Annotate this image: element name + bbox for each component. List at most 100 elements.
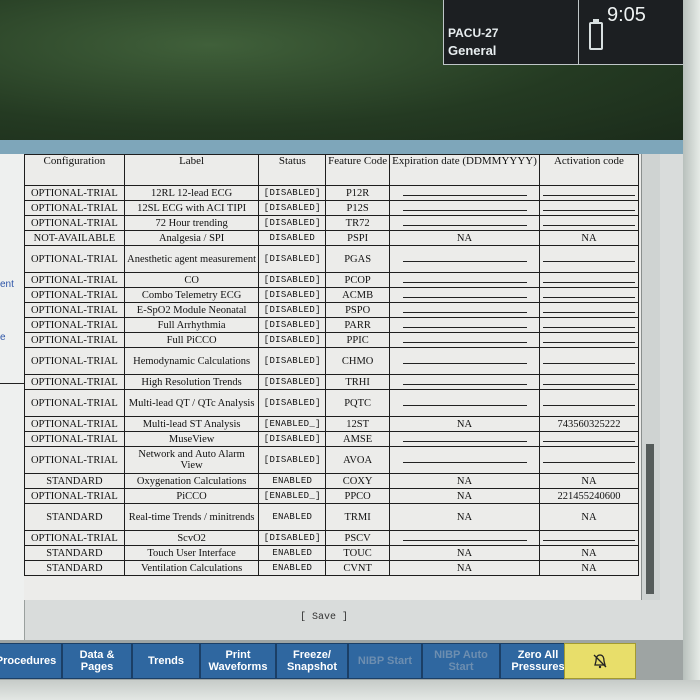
activation-code-cell[interactable] — [538, 317, 640, 333]
activation-code-cell[interactable] — [538, 446, 640, 474]
expiration-date-input[interactable] — [402, 253, 527, 262]
table-row[interactable]: OPTIONAL-TRIAL 12SL ECG with ACI TIPI [DIS… — [24, 200, 640, 216]
expiration-date-input[interactable] — [402, 532, 527, 541]
expiration-date-cell[interactable] — [389, 302, 540, 318]
expiration-date-cell[interactable] — [389, 332, 540, 348]
expiration-date-cell[interactable] — [389, 200, 540, 216]
activation-code-cell[interactable] — [538, 530, 640, 546]
expiration-date-input[interactable] — [402, 289, 527, 298]
table-row[interactable]: OPTIONAL-TRIAL MuseView [DISABLED] AMSE — [24, 431, 640, 447]
table-row[interactable]: OPTIONAL-TRIAL Full Arrhythmia [DISABLED] P… — [24, 317, 640, 333]
expiration-date-input[interactable] — [402, 355, 527, 364]
table-row[interactable]: NOT-AVAILABLE Analgesia / SPI DISABLED PSPI… — [24, 230, 640, 246]
expiration-date-input[interactable] — [402, 334, 527, 343]
activation-code-cell[interactable] — [538, 389, 640, 417]
expiration-date-input[interactable] — [402, 304, 527, 313]
activation-code-input[interactable] — [542, 187, 635, 196]
freeze-snapshot-button[interactable]: Freeze/ Snapshot — [276, 643, 348, 679]
label-cell: CO — [123, 272, 260, 288]
configuration-cell: OPTIONAL-TRIAL — [24, 200, 125, 216]
nibp-auto-start-button[interactable]: NIBP Auto Start — [422, 643, 500, 679]
table-row[interactable]: OPTIONAL-TRIAL CO [DISABLED] PCOP — [24, 272, 640, 288]
table-row[interactable]: STANDARD Ventilation Calculations ENABLED C… — [24, 560, 640, 576]
expiration-date-input[interactable] — [402, 454, 527, 463]
activation-code-cell[interactable] — [538, 287, 640, 303]
patient-header[interactable]: PACU-27 General — [443, 0, 590, 65]
activation-code-cell[interactable] — [538, 332, 640, 348]
activation-code-cell: NA — [538, 503, 640, 531]
table-row[interactable]: OPTIONAL-TRIAL PiCCO [ENABLED_] PPCO NA 22145… — [24, 488, 640, 504]
expiration-date-input[interactable] — [402, 202, 527, 211]
scrollbar-thumb[interactable] — [646, 444, 654, 594]
table-row[interactable]: OPTIONAL-TRIAL ScvO2 [DISABLED] PSCV — [24, 530, 640, 546]
table-row[interactable]: OPTIONAL-TRIAL High Resolution Trends [DIS… — [24, 374, 640, 390]
activation-code-input[interactable] — [542, 355, 635, 364]
expiration-date-cell[interactable] — [389, 389, 540, 417]
expiration-date-input[interactable] — [402, 433, 527, 442]
activation-code-cell[interactable] — [538, 245, 640, 273]
activation-code-input[interactable] — [542, 454, 635, 463]
print-waveforms-button[interactable]: Print Waveforms — [200, 643, 276, 679]
expiration-date-cell[interactable] — [389, 245, 540, 273]
left-menu-item[interactable]: e — [0, 332, 6, 343]
table-row[interactable]: STANDARD Oxygenation Calculations ENABLED C… — [24, 473, 640, 489]
expiration-date-input[interactable] — [402, 376, 527, 385]
table-scrollbar[interactable] — [641, 154, 660, 600]
activation-code-input[interactable] — [542, 289, 635, 298]
expiration-date-cell[interactable] — [389, 347, 540, 375]
nibp-start-button[interactable]: NIBP Start — [348, 643, 422, 679]
expiration-date-cell[interactable] — [389, 431, 540, 447]
expiration-date-cell[interactable] — [389, 185, 540, 201]
expiration-date-cell[interactable] — [389, 530, 540, 546]
table-row[interactable]: OPTIONAL-TRIAL Combo Telemetry ECG [DISABL… — [24, 287, 640, 303]
activation-code-input[interactable] — [542, 319, 635, 328]
table-row[interactable]: OPTIONAL-TRIAL 72 Hour trending [DISABLED]… — [24, 215, 640, 231]
activation-code-input[interactable] — [542, 376, 635, 385]
trends-button[interactable]: Trends — [132, 643, 200, 679]
activation-code-input[interactable] — [542, 334, 635, 343]
activation-code-input[interactable] — [542, 433, 635, 442]
activation-code-input[interactable] — [542, 202, 635, 211]
expiration-date-cell[interactable] — [389, 317, 540, 333]
expiration-date-input[interactable] — [402, 274, 527, 283]
activation-code-input[interactable] — [542, 532, 635, 541]
expiration-date-cell[interactable] — [389, 215, 540, 231]
table-row[interactable]: OPTIONAL-TRIAL Multi-lead QT / QTc Analys… — [24, 389, 640, 417]
table-row[interactable]: OPTIONAL-TRIAL 12RL 12-lead ECG [DISABLED]… — [24, 185, 640, 201]
activation-code-cell[interactable] — [538, 347, 640, 375]
expiration-date-cell[interactable] — [389, 374, 540, 390]
activation-code-input[interactable] — [542, 253, 635, 262]
activation-code-cell[interactable] — [538, 431, 640, 447]
activation-code-cell[interactable] — [538, 272, 640, 288]
table-row[interactable]: OPTIONAL-TRIAL Multi-lead ST Analysis [ENA… — [24, 416, 640, 432]
table-row[interactable]: OPTIONAL-TRIAL Anesthetic agent measureme… — [24, 245, 640, 273]
activation-code-cell[interactable] — [538, 302, 640, 318]
activation-code-input[interactable] — [542, 217, 635, 226]
table-row[interactable]: STANDARD Real-time Trends / minitrends ENA… — [24, 503, 640, 531]
expiration-date-input[interactable] — [402, 217, 527, 226]
table-row[interactable]: OPTIONAL-TRIAL Full PiCCO [DISABLED] PPIC — [24, 332, 640, 348]
activation-code-input[interactable] — [542, 274, 635, 283]
label-cell: Multi-lead QT / QTc Analysis — [123, 389, 260, 417]
expiration-date-cell[interactable] — [389, 272, 540, 288]
table-row[interactable]: STANDARD Touch User Interface ENABLED TOUC N… — [24, 545, 640, 561]
table-row[interactable]: OPTIONAL-TRIAL Hemodynamic Calculations [D… — [24, 347, 640, 375]
activation-code-cell[interactable] — [538, 374, 640, 390]
data-pages-button[interactable]: Data & Pages — [62, 643, 132, 679]
table-row[interactable]: OPTIONAL-TRIAL E-SpO2 Module Neonatal [DIS… — [24, 302, 640, 318]
expiration-date-cell[interactable] — [389, 446, 540, 474]
procedures-button[interactable]: Procedures — [0, 643, 62, 679]
activation-code-cell[interactable] — [538, 200, 640, 216]
activation-code-input[interactable] — [542, 397, 635, 406]
table-row[interactable]: OPTIONAL-TRIAL Network and Auto Alarm Vie… — [24, 446, 640, 474]
activation-code-cell[interactable] — [538, 185, 640, 201]
left-menu-item[interactable]: ent — [0, 279, 14, 290]
activation-code-input[interactable] — [542, 304, 635, 313]
expiration-date-input[interactable] — [402, 319, 527, 328]
save-button[interactable]: [ Save ] — [300, 612, 348, 623]
expiration-date-cell[interactable] — [389, 287, 540, 303]
alarm-silence-button[interactable] — [564, 643, 636, 679]
expiration-date-input[interactable] — [402, 187, 527, 196]
activation-code-cell[interactable] — [538, 215, 640, 231]
expiration-date-input[interactable] — [402, 397, 527, 406]
